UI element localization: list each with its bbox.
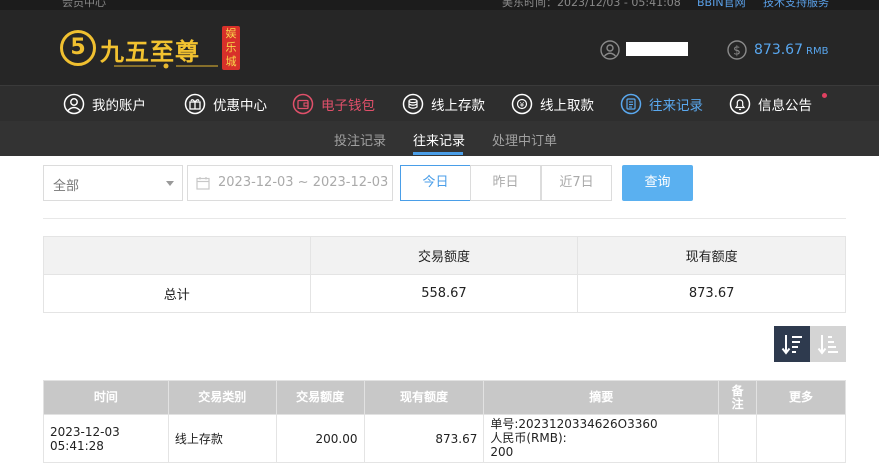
nav-label: 往来记录 — [649, 98, 703, 114]
summary-header-blank — [43, 236, 311, 275]
cell-type: 线上存款 — [167, 414, 277, 463]
sort-descending-icon — [781, 335, 802, 355]
deposit-icon — [402, 93, 424, 115]
date-range-input[interactable]: 2023-12-03 ~ 2023-12-03 — [187, 165, 393, 201]
brand-badge: 娱乐城 — [222, 26, 240, 70]
records-table: 时间 交易类别 交易额度 现有额度 摘要 备注 更多 2023-12-03 05… — [43, 380, 846, 463]
nav-label: 我的账户 — [92, 98, 146, 114]
nav-label: 优惠中心 — [213, 98, 267, 114]
login-time: 美东时间：2023/12/03 - 05:41:08 — [502, 0, 681, 9]
tech-support-link[interactable]: 技术支持服务 — [763, 0, 829, 10]
cell-note — [718, 414, 758, 463]
wallet-icon — [292, 93, 314, 115]
tab-pending-orders[interactable]: 处理中订单 — [492, 130, 557, 149]
logo-ornament-icon — [114, 63, 218, 69]
sub-nav: 投注记录 往来记录 处理中订单 — [0, 121, 879, 156]
chevron-down-icon — [166, 181, 174, 186]
sort-ascending-icon — [817, 335, 838, 355]
divider — [43, 218, 846, 219]
nav-label: 线上取款 — [540, 98, 594, 114]
yesterday-button[interactable]: 昨日 — [470, 165, 541, 201]
tab-transaction-records[interactable]: 往来记录 — [413, 130, 465, 149]
nav-label: 线上存款 — [431, 98, 485, 114]
brand-logo[interactable]: 5 九五至尊 娱乐城 — [60, 24, 242, 72]
bell-icon — [729, 93, 751, 115]
brand-badge-text: 娱乐城 — [225, 27, 237, 68]
summary-currency-label: 人民币(RMB): — [490, 431, 567, 445]
member-center-link[interactable]: 会员中心 — [62, 0, 106, 10]
summary-header-amount: 交易额度 — [309, 236, 579, 275]
today-button[interactable]: 今日 — [400, 165, 471, 201]
summary-row-label: 总计 — [43, 274, 311, 313]
site-header: 5 九五至尊 娱乐城 $ 873.67 RMB — [0, 10, 879, 85]
summary-amount: 558.67 — [309, 274, 579, 313]
col-current[interactable]: 现有额度 — [363, 380, 485, 415]
col-type[interactable]: 交易类别 — [167, 380, 277, 415]
cell-amount: 200.00 — [275, 414, 365, 463]
username-masked — [626, 42, 688, 56]
top-strip: 会员中心 美东时间：2023/12/03 - 05:41:08 BBIN官网 技… — [0, 0, 879, 10]
svg-text:$: $ — [733, 44, 741, 58]
col-note[interactable]: 备注 — [718, 380, 758, 415]
nav-label: 信息公告 — [758, 98, 812, 114]
sort-asc-button[interactable] — [810, 326, 846, 362]
summary-header-row: 交易额度 现有额度 — [43, 236, 846, 275]
query-button[interactable]: 查询 — [622, 165, 693, 201]
cell-more[interactable] — [756, 414, 846, 463]
money-icon: $ — [727, 40, 747, 60]
balance-currency: RMB — [806, 46, 829, 57]
col-note-label: 备注 — [731, 383, 744, 411]
last-7-days-button[interactable]: 近7日 — [541, 165, 612, 201]
notification-dot — [822, 93, 827, 98]
sort-desc-button[interactable] — [774, 326, 810, 362]
cell-summary: 单号:2023120334626O3360 人民币(RMB): 200 — [483, 414, 720, 463]
summary-table: 交易额度 现有额度 总计 558.67 873.67 — [43, 236, 846, 313]
svg-text:¥: ¥ — [520, 101, 525, 109]
account-balance: 873.67 RMB — [754, 42, 828, 58]
type-select[interactable]: 全部 — [43, 165, 183, 201]
summary-current: 873.67 — [577, 274, 846, 313]
gift-icon — [184, 93, 206, 115]
user-circle-icon — [63, 93, 85, 115]
col-more[interactable]: 更多 — [756, 380, 846, 415]
calendar-icon — [196, 177, 210, 190]
nav-my-account[interactable]: 我的账户 — [63, 86, 146, 122]
nav-transaction-records[interactable]: 往来记录 — [620, 86, 703, 122]
records-icon — [620, 93, 642, 115]
summary-order-number: 单号:2023120334626O3360 — [490, 417, 658, 431]
table-row: 2023-12-03 05:41:28 线上存款 200.00 873.67 单… — [43, 414, 846, 463]
nav-e-wallet[interactable]: 电子钱包 — [292, 86, 375, 122]
withdraw-icon: ¥ — [511, 93, 533, 115]
cell-time: 2023-12-03 05:41:28 — [43, 414, 169, 463]
logo-mark: 5 — [60, 30, 96, 66]
type-select-value: 全部 — [53, 179, 80, 194]
nav-online-deposit[interactable]: 线上存款 — [402, 86, 485, 122]
records-header-row: 时间 交易类别 交易额度 现有额度 摘要 备注 更多 — [43, 380, 846, 415]
nav-promotions[interactable]: 优惠中心 — [184, 86, 267, 122]
nav-online-withdraw[interactable]: ¥ 线上取款 — [511, 86, 594, 122]
nav-announcements[interactable]: 信息公告 — [729, 86, 812, 122]
balance-value: 873.67 — [754, 42, 803, 58]
summary-total-row: 总计 558.67 873.67 — [43, 274, 846, 313]
summary-currency-amount: 200 — [490, 445, 514, 459]
tab-bet-records[interactable]: 投注记录 — [334, 130, 386, 149]
main-nav: 我的账户 优惠中心 电子钱包 线上存款 ¥ 线上取款 往来记录 信息公告 — [0, 85, 879, 121]
date-range-value: 2023-12-03 ~ 2023-12-03 — [218, 175, 389, 190]
cell-current: 873.67 — [363, 414, 485, 463]
col-summary[interactable]: 摘要 — [483, 380, 720, 415]
active-tab-indicator — [413, 152, 463, 155]
nav-label: 电子钱包 — [321, 98, 375, 114]
col-amount[interactable]: 交易额度 — [275, 380, 365, 415]
official-site-link[interactable]: BBIN官网 — [697, 0, 746, 10]
col-time[interactable]: 时间 — [43, 380, 169, 415]
user-icon — [600, 40, 620, 60]
summary-header-current: 现有额度 — [577, 236, 846, 275]
